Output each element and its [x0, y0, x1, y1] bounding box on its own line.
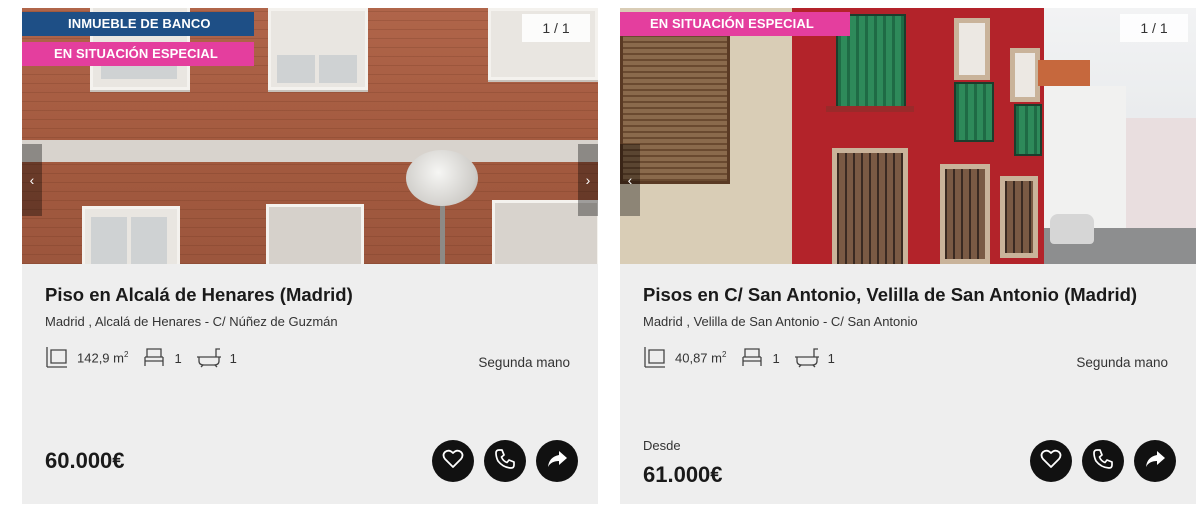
photo-window — [266, 204, 364, 264]
photo-window — [268, 8, 368, 90]
bathtub-icon — [794, 346, 828, 371]
prev-photo-button[interactable]: ‹ — [22, 144, 42, 216]
share-button[interactable] — [536, 440, 578, 482]
listing-card[interactable]: INMUEBLE DE BANCO EN SITUACIÓN ESPECIAL … — [22, 8, 598, 504]
listing-price: 60.000€ — [45, 448, 125, 473]
phone-icon — [1092, 448, 1114, 475]
listing-features: 40,87 m2 1 1 — [643, 346, 849, 370]
bed-icon — [740, 346, 772, 371]
bathrooms-feature: 1 — [196, 346, 237, 371]
photo-orange-house — [1038, 60, 1090, 86]
area-feature: 142,9 m2 — [45, 346, 128, 371]
listing-features: 142,9 m2 1 1 — [45, 346, 251, 370]
next-photo-button[interactable]: › — [578, 144, 598, 216]
photo-car — [1050, 214, 1094, 244]
special-situation-badge: EN SITUACIÓN ESPECIAL — [22, 42, 254, 66]
bank-property-badge: INMUEBLE DE BANCO — [22, 12, 254, 36]
favorite-button[interactable] — [1030, 440, 1072, 482]
area-value: 142,9 m2 — [77, 350, 129, 366]
chevron-left-icon: ‹ — [627, 172, 633, 188]
bedrooms-value: 1 — [174, 350, 182, 366]
bedrooms-value: 1 — [772, 350, 780, 366]
photo-window — [1000, 176, 1038, 258]
price-prefix: Desde — [643, 438, 681, 453]
phone-icon — [494, 448, 516, 475]
heart-icon — [442, 449, 464, 474]
listing-title[interactable]: Piso en Alcalá de Henares (Madrid) — [45, 284, 353, 306]
call-button[interactable] — [484, 440, 526, 482]
listing-address: Madrid , Alcalá de Henares - C/ Núñez de… — [45, 314, 338, 329]
bedrooms-feature: 1 — [740, 346, 780, 371]
listing-address: Madrid , Velilla de San Antonio - C/ San… — [643, 314, 918, 329]
photo-green-shutter — [1014, 104, 1042, 156]
chevron-right-icon: › — [585, 172, 591, 188]
photo-stripe — [22, 140, 598, 162]
condition-label: Segunda mano — [1076, 355, 1168, 370]
listing-title[interactable]: Pisos en C/ San Antonio, Velilla de San … — [643, 284, 1137, 306]
share-button[interactable] — [1134, 440, 1176, 482]
photo-counter: 1 / 1 — [522, 14, 590, 42]
chevron-left-icon: ‹ — [29, 172, 35, 188]
condition-label: Segunda mano — [478, 355, 570, 370]
share-icon — [1144, 449, 1166, 474]
share-icon — [546, 449, 568, 474]
photo-balcony — [826, 106, 914, 112]
favorite-button[interactable] — [432, 440, 474, 482]
listing-photo[interactable]: EN SITUACIÓN ESPECIAL 1 / 1 ‹ — [620, 8, 1196, 264]
photo-window — [832, 148, 908, 264]
photo-window — [1010, 48, 1040, 102]
photo-green-shutter — [954, 82, 994, 142]
area-value: 40,87 m2 — [675, 350, 727, 366]
photo-window — [940, 164, 990, 264]
photo-side-house — [1126, 118, 1196, 238]
listing-price: 61.000€ — [643, 462, 723, 487]
listing-photo[interactable]: INMUEBLE DE BANCO EN SITUACIÓN ESPECIAL … — [22, 8, 598, 264]
satellite-dish — [406, 150, 478, 206]
photo-counter: 1 / 1 — [1120, 14, 1188, 42]
listing-actions — [1020, 440, 1176, 482]
call-button[interactable] — [1082, 440, 1124, 482]
heart-icon — [1040, 449, 1062, 474]
area-icon — [45, 346, 77, 371]
bathrooms-feature: 1 — [794, 346, 835, 371]
bathrooms-value: 1 — [229, 350, 237, 366]
photo-window — [82, 206, 180, 264]
area-icon — [643, 346, 675, 371]
photo-window — [954, 18, 990, 80]
prev-photo-button[interactable]: ‹ — [620, 144, 640, 216]
special-situation-badge: EN SITUACIÓN ESPECIAL — [620, 12, 850, 36]
listing-card[interactable]: EN SITUACIÓN ESPECIAL 1 / 1 ‹ Pisos en C… — [620, 8, 1196, 504]
area-feature: 40,87 m2 — [643, 346, 726, 371]
bathtub-icon — [196, 346, 230, 371]
bedrooms-feature: 1 — [142, 346, 182, 371]
bathrooms-value: 1 — [827, 350, 835, 366]
bed-icon — [142, 346, 174, 371]
listing-actions — [422, 440, 578, 482]
